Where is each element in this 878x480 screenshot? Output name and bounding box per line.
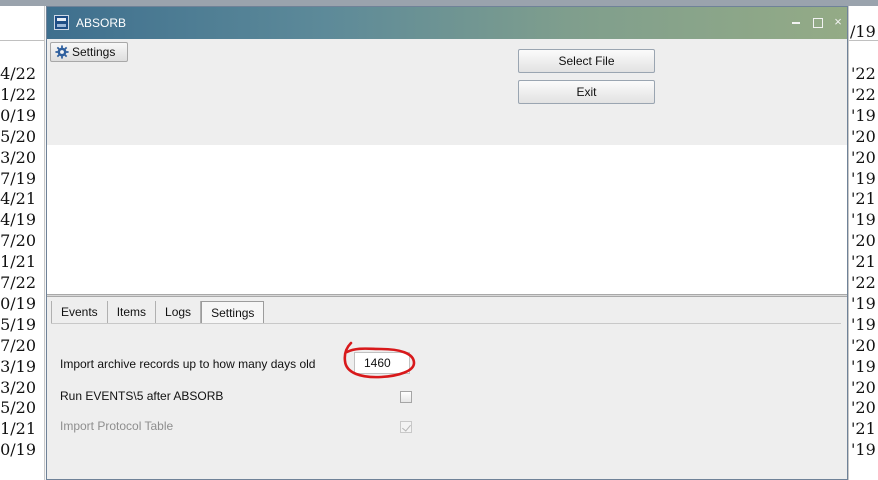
background-date-cell: 1/21 — [0, 252, 36, 272]
tab-items[interactable]: Items — [108, 301, 157, 323]
tab-settings[interactable]: Settings — [201, 301, 265, 323]
background-date-cell: '20 — [851, 147, 876, 167]
background-date-cell: 5/20 — [0, 398, 36, 418]
background-date-cell: '20 — [851, 126, 876, 146]
gear-icon — [55, 45, 69, 59]
background-date-column-left: 4/22 1/22 0/19 5/20 3/20 7/19 4/21 4/19 7/20 1/21… — [0, 6, 45, 480]
background-date-cell: 5/19 — [0, 314, 36, 334]
background-date-column-right: /19 '22'22'19'20'20'19'21'19'20'21'22'19… — [848, 6, 878, 480]
header-divider — [0, 40, 44, 41]
tab-events[interactable]: Events — [51, 301, 108, 323]
background-date-cell: '20 — [851, 335, 876, 355]
tab-strip: Events Items Logs Settings — [51, 301, 265, 323]
background-date-cell: '19 — [851, 105, 876, 125]
background-date-cell: '20 — [851, 377, 876, 397]
background-date-cell: 7/22 — [0, 273, 36, 292]
background-date-cell: 4/19 — [0, 210, 36, 230]
background-date-cell: '22 — [851, 273, 876, 292]
maximize-icon[interactable] — [809, 13, 825, 31]
exit-button[interactable]: Exit — [518, 80, 655, 104]
settings-button[interactable]: Settings — [50, 42, 128, 62]
column-header-text: /19 — [850, 22, 876, 41]
window-title: ABSORB — [76, 16, 127, 30]
background-date-cell: 7/20 — [0, 231, 36, 251]
tab-logs[interactable]: Logs — [156, 301, 202, 323]
background-date-cell: 0/19 — [0, 293, 36, 313]
output-area — [47, 145, 847, 295]
background-date-cell: 1/22 — [0, 84, 36, 104]
background-date-cell: 7/19 — [0, 168, 36, 188]
title-bar[interactable]: ABSORB × — [47, 7, 847, 39]
background-date-cell: 3/19 — [0, 356, 36, 376]
background-date-cell: '21 — [851, 252, 876, 272]
background-date-cell: '19 — [851, 440, 876, 460]
select-file-button[interactable]: Select File — [518, 49, 655, 73]
background-date-cell: 7/20 — [0, 335, 36, 355]
background-date-cell: 3/20 — [0, 377, 36, 397]
background-date-cell: 4/21 — [0, 189, 36, 209]
background-date-cell: 0/19 — [0, 105, 36, 125]
toolbar-panel: Settings Select File Exit — [47, 39, 847, 145]
background-date-cell: '22 — [851, 84, 876, 104]
import-protocol-checkbox[interactable] — [400, 421, 412, 433]
background-date-cell: '19 — [851, 210, 876, 230]
background-date-cell: '21 — [851, 419, 876, 439]
close-icon[interactable]: × — [830, 13, 846, 31]
background-date-cell: '20 — [851, 398, 876, 418]
app-icon — [54, 15, 69, 30]
import-protocol-label: Import Protocol Table — [60, 419, 174, 433]
settings-button-label: Settings — [72, 45, 116, 59]
settings-panel: Events Items Logs Settings Import archiv… — [47, 297, 847, 479]
background-date-cell: 4/22 — [0, 64, 36, 83]
background-date-cell: 0/19 — [0, 440, 36, 460]
background-date-cell: '19 — [851, 356, 876, 376]
archive-days-label: Import archive records up to how many da… — [60, 357, 316, 371]
background-date-cell: '19 — [851, 293, 876, 313]
run-events-checkbox[interactable] — [400, 391, 412, 403]
background-date-cell: '20 — [851, 231, 876, 251]
tab-divider — [51, 323, 841, 324]
background-date-cell: '21 — [851, 189, 876, 209]
background-date-cell: 1/21 — [0, 419, 36, 439]
run-events-label: Run EVENTS\5 after ABSORB — [60, 389, 224, 403]
minimize-icon[interactable] — [788, 13, 804, 31]
header-divider — [849, 40, 878, 41]
absorb-window: ABSORB × Settings Select File Exit Event… — [46, 6, 848, 480]
background-date-cell: 3/20 — [0, 147, 36, 167]
background-date-cell: '22 — [851, 64, 876, 83]
archive-days-input[interactable] — [354, 352, 410, 374]
background-date-cell: '19 — [851, 314, 876, 334]
background-date-cell: '19 — [851, 168, 876, 188]
background-date-cell: 5/20 — [0, 126, 36, 146]
